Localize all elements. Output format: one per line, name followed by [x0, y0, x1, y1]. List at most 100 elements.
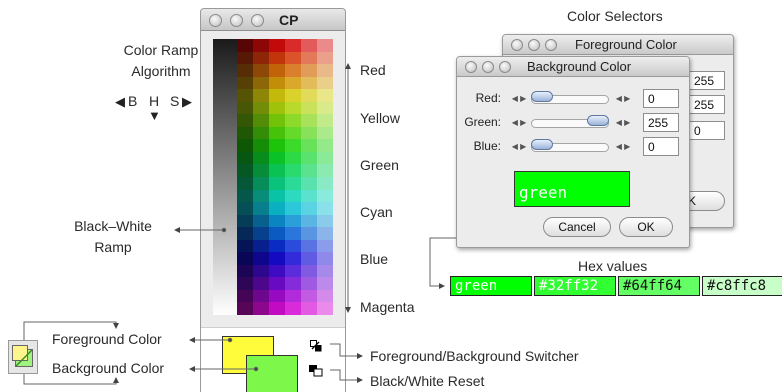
ramp-cell[interactable]	[269, 101, 285, 115]
ramp-cell[interactable]	[301, 264, 317, 278]
ramp-cell[interactable]	[301, 252, 317, 265]
ramp-cell[interactable]	[237, 239, 253, 253]
cancel-button[interactable]: Cancel	[543, 217, 611, 237]
ramp-cell[interactable]	[253, 101, 269, 115]
ramp-cell[interactable]	[285, 177, 301, 190]
ramp-cell[interactable]	[317, 264, 333, 278]
ramp-cell[interactable]	[269, 189, 285, 203]
ramp-cell[interactable]	[317, 289, 333, 303]
ramp-cell[interactable]	[301, 189, 317, 203]
ramp-cell[interactable]	[237, 151, 253, 165]
ramp-cell[interactable]	[317, 227, 333, 240]
reset-icon[interactable]	[309, 365, 323, 377]
ramp-cell[interactable]	[317, 239, 333, 253]
ramp-cell[interactable]	[269, 126, 285, 140]
ramp-cell[interactable]	[317, 151, 333, 165]
ramp-cell[interactable]	[253, 164, 269, 177]
ramp-cell[interactable]	[237, 51, 253, 65]
background-swatch[interactable]	[246, 355, 298, 392]
ramp-cell[interactable]	[253, 264, 269, 278]
close-icon[interactable]	[511, 39, 523, 51]
switch-icon[interactable]	[310, 340, 322, 352]
ramp-cell[interactable]	[301, 51, 317, 65]
ramp-cell[interactable]	[237, 76, 253, 90]
ramp-cell[interactable]	[301, 277, 317, 290]
ok-button[interactable]: OK	[619, 217, 673, 237]
ramp-cell[interactable]	[285, 151, 301, 165]
ramp-cell[interactable]	[253, 89, 269, 102]
ramp-cell[interactable]	[237, 264, 253, 278]
ramp-cell[interactable]	[285, 64, 301, 77]
ramp-cell[interactable]	[317, 202, 333, 215]
ramp-cell[interactable]	[285, 51, 301, 65]
ramp-cell[interactable]	[317, 76, 333, 90]
ramp-cell[interactable]	[269, 239, 285, 253]
slider-step-arrows-icon[interactable]: ◀ ▶	[509, 141, 529, 153]
ramp-cell[interactable]	[317, 114, 333, 127]
ramp-cell[interactable]	[253, 151, 269, 165]
slider-step-arrows-icon[interactable]: ◀ ▶	[509, 117, 529, 129]
ramp-cell[interactable]	[269, 214, 285, 228]
ramp-cell[interactable]	[285, 114, 301, 127]
ramp-cell[interactable]	[285, 76, 301, 90]
hue-ramp-grid[interactable]	[237, 39, 333, 315]
ramp-cell[interactable]	[253, 214, 269, 228]
ramp-cell[interactable]	[269, 227, 285, 240]
rgb-value-field[interactable]: 255	[643, 113, 679, 132]
ramp-cell[interactable]	[285, 126, 301, 140]
slider-thumb[interactable]	[531, 139, 553, 150]
ramp-cell[interactable]	[253, 177, 269, 190]
fg-bg-mini-icon[interactable]	[8, 340, 38, 374]
ramp-cell[interactable]	[317, 252, 333, 265]
ramp-cell[interactable]	[301, 64, 317, 77]
ramp-cell[interactable]	[253, 302, 269, 315]
ramp-cell[interactable]	[317, 101, 333, 115]
ramp-cell[interactable]	[301, 239, 317, 253]
ramp-cell[interactable]	[269, 277, 285, 290]
ramp-cell[interactable]	[285, 252, 301, 265]
ramp-cell[interactable]	[253, 189, 269, 203]
ramp-cell[interactable]	[301, 126, 317, 140]
ramp-cell[interactable]	[301, 202, 317, 215]
rgb-slider[interactable]: ◀ ▶ ◀ ▶	[509, 91, 635, 105]
ramp-cell[interactable]	[317, 177, 333, 190]
ramp-cell[interactable]	[285, 101, 301, 115]
ramp-cell[interactable]	[269, 64, 285, 77]
ramp-cell[interactable]	[237, 101, 253, 115]
slider-thumb[interactable]	[531, 91, 553, 102]
rgb-value-field[interactable]: 0	[643, 89, 679, 108]
ramp-cell[interactable]	[253, 252, 269, 265]
ramp-cell[interactable]	[285, 89, 301, 102]
slider-thumb[interactable]	[587, 115, 609, 126]
ramp-cell[interactable]	[253, 239, 269, 253]
ramp-cell[interactable]	[253, 114, 269, 127]
ramp-cell[interactable]	[253, 126, 269, 140]
ramp-cell[interactable]	[317, 89, 333, 102]
ramp-cell[interactable]	[301, 164, 317, 177]
ramp-cell[interactable]	[253, 289, 269, 303]
ramp-cell[interactable]	[237, 252, 253, 265]
black-white-ramp[interactable]	[213, 39, 237, 315]
close-icon[interactable]	[465, 61, 477, 73]
zoom-icon[interactable]	[499, 61, 511, 73]
ramp-cell[interactable]	[237, 289, 253, 303]
ramp-cell[interactable]	[237, 164, 253, 177]
ramp-cell[interactable]	[285, 289, 301, 303]
ramp-cell[interactable]	[237, 126, 253, 140]
ramp-cell[interactable]	[237, 227, 253, 240]
ramp-cell[interactable]	[237, 89, 253, 102]
ramp-cell[interactable]	[253, 277, 269, 290]
ramp-cell[interactable]	[317, 39, 333, 52]
ramp-cell[interactable]	[269, 89, 285, 102]
ramp-cell[interactable]	[301, 227, 317, 240]
ramp-cell[interactable]	[237, 64, 253, 77]
cp-title-bar[interactable]: CP	[201, 9, 345, 31]
ramp-cell[interactable]	[269, 151, 285, 165]
ramp-cell[interactable]	[285, 227, 301, 240]
ramp-cell[interactable]	[269, 51, 285, 65]
left-arrow-icon[interactable]: ◀	[115, 94, 125, 110]
foreground-title-bar[interactable]: Foreground Color	[503, 35, 733, 55]
ramp-cell[interactable]	[253, 51, 269, 65]
ramp-cell[interactable]	[301, 101, 317, 115]
ramp-cell[interactable]	[301, 89, 317, 102]
